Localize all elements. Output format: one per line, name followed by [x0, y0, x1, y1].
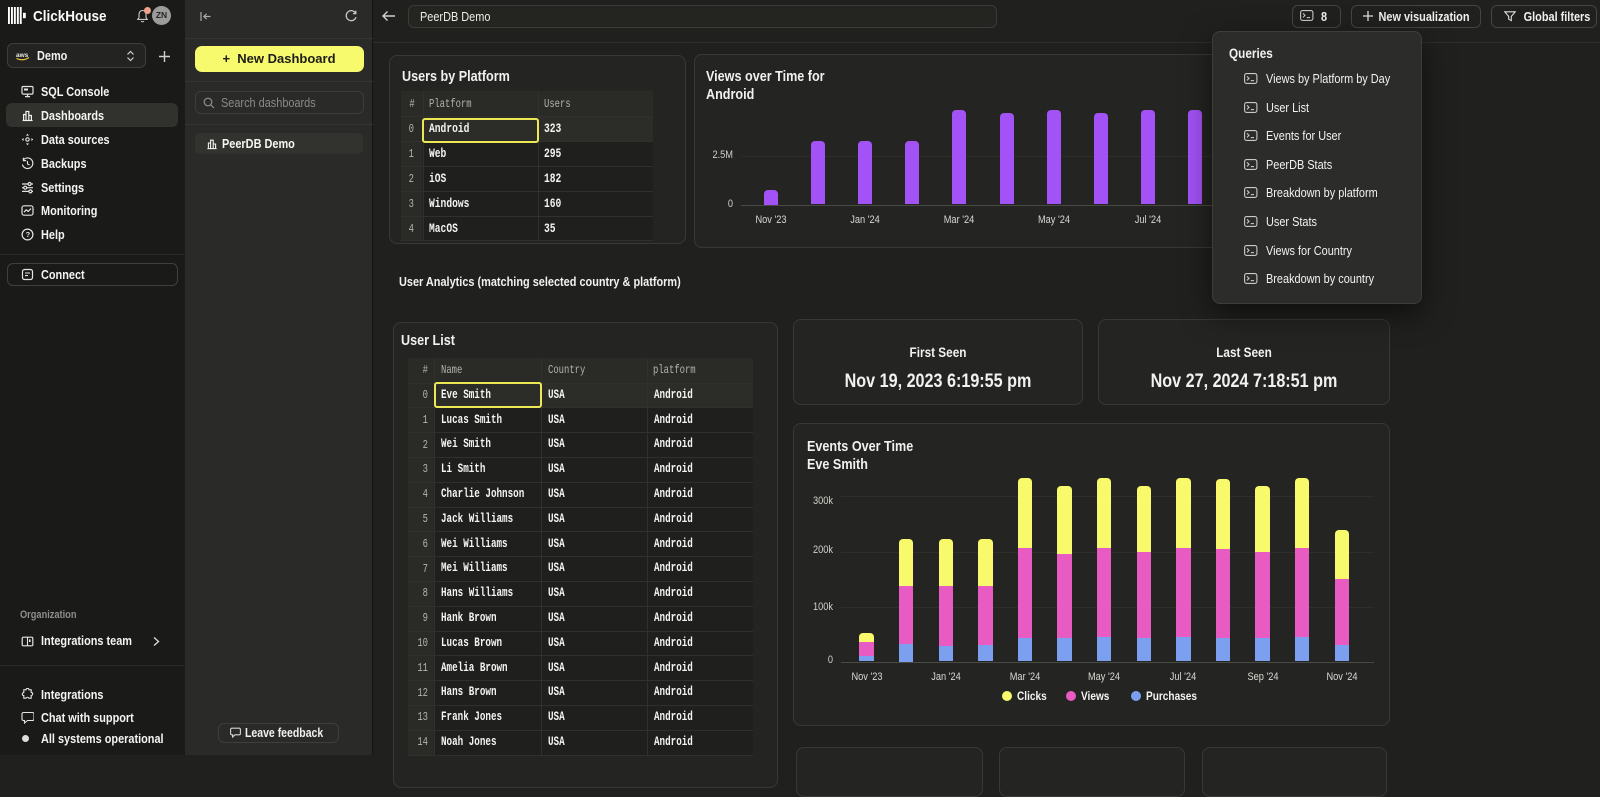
svg-text:aws: aws: [16, 52, 29, 59]
svg-text:?: ?: [25, 230, 30, 239]
